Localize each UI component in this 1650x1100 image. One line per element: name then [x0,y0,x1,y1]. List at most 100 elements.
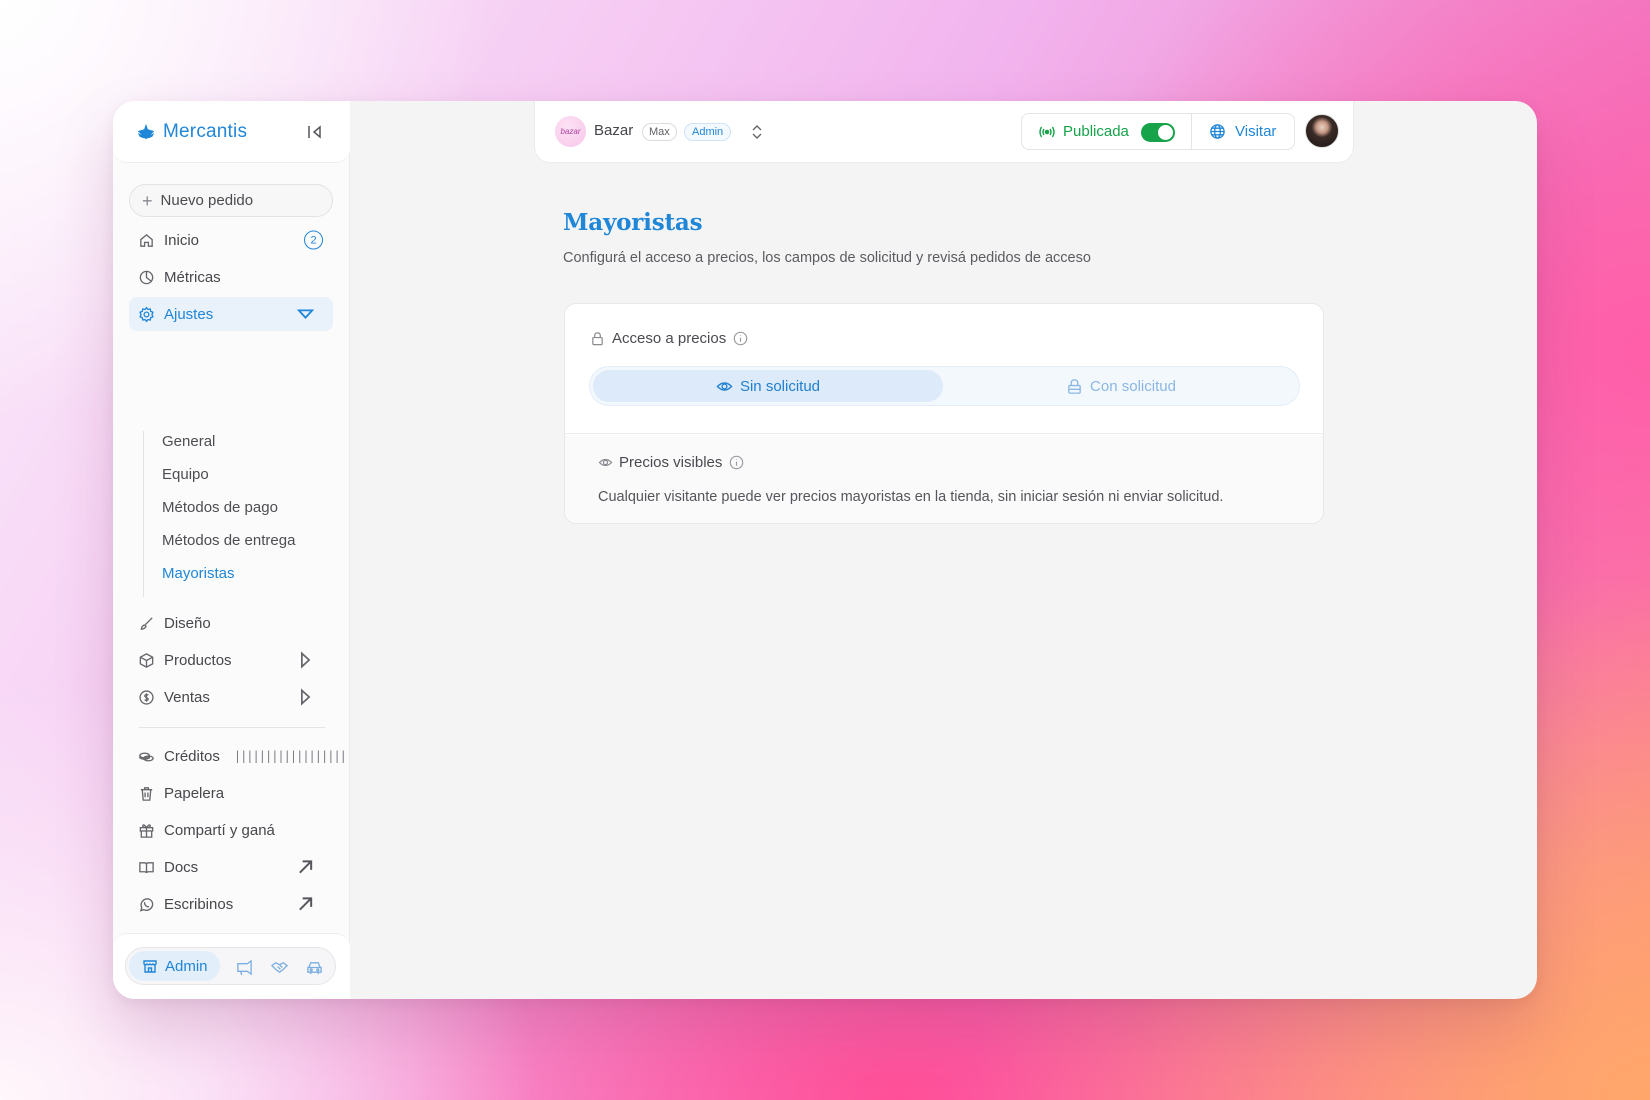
page-subtitle: Configurá el acceso a precios, los campo… [563,250,1091,266]
visibility-section: Precios visibles Cualquier visitante pue… [565,435,1323,523]
sidebar-item-label: Diseño [164,614,211,632]
publish-toggle-area[interactable]: Publicada [1022,114,1192,149]
handshake-icon[interactable] [271,959,288,976]
chevron-down-icon [297,309,314,319]
chevron-right-icon [301,651,311,669]
pie-chart-icon [139,270,154,284]
book-icon [139,861,154,873]
mode-switcher: Admin [125,947,336,985]
publish-group: Publicada Visitar [1021,113,1295,150]
external-link-icon [299,897,313,911]
role-badge: Admin [684,123,732,141]
visibility-description: Cualquier visitante puede ver precios ma… [598,489,1224,505]
visibility-label: Precios visibles [619,454,723,471]
user-avatar[interactable] [1305,114,1339,148]
collapse-sidebar-icon[interactable] [306,123,324,141]
visit-label: Visitar [1235,123,1277,140]
publish-label: Publicada [1063,123,1129,140]
access-label-row: Acceso a precios [590,330,755,347]
plus-icon: + [142,190,153,211]
brand-logo-icon [137,123,155,139]
brush-icon [140,616,153,630]
sidebar-item-papelera[interactable]: Papelera [129,776,333,810]
store-name[interactable]: Bazar [594,122,633,139]
publish-toggle[interactable] [1141,123,1175,142]
settings-subnav: General Equipo Métodos de pago Métodos d… [143,431,333,597]
sidebar-item-comparti[interactable]: Compartí y ganá [129,813,333,847]
visibility-label-row: Precios visibles [598,454,750,471]
gear-icon [139,306,154,322]
notification-badge: 2 [304,230,323,250]
sidebar-item-label: Créditos [164,747,220,765]
sidebar-item-label: Métricas [164,268,221,286]
sidebar-item-label: Inicio [164,231,200,249]
sidebar-item-label: Compartí y ganá [164,821,275,839]
toggle-knob [1158,125,1173,140]
credits-meter: |||||||||||||||||| [233,749,347,763]
app-window: Mercantis + Nuevo pedido Inicio 2 Métric… [113,101,1537,999]
sidebar-item-label: Ventas [164,688,210,706]
sidebar-item-inicio[interactable]: Inicio 2 [129,223,333,257]
sidebar-item-ventas[interactable]: Ventas [129,680,333,714]
whatsapp-icon [139,897,154,912]
visit-button[interactable]: Visitar [1192,114,1294,149]
store-icon [143,960,157,973]
option-sin-solicitud[interactable]: Sin solicitud [593,370,943,402]
sidebar-item-productos[interactable]: Productos [129,643,333,677]
subnav-item-mayoristas[interactable]: Mayoristas [162,563,235,585]
option-label: Con solicitud [1090,377,1176,395]
chevron-updown-icon[interactable] [750,123,764,141]
sidebar-item-label: Docs [164,858,199,876]
sidebar-item-label: Productos [164,651,232,669]
subnav-item-general[interactable]: General [162,431,215,453]
eye-icon [716,381,733,391]
eye-icon [598,458,613,467]
globe-icon [1210,124,1225,139]
megaphone-icon[interactable] [236,959,253,976]
sidebar-item-label: Escribinos [164,895,234,913]
lock-icon [592,332,603,346]
subnav-item-equipo[interactable]: Equipo [162,464,209,486]
sidebar-item-docs[interactable]: Docs [129,850,333,884]
sidebar-item-creditos[interactable]: Créditos |||||||||||||||||| [129,739,347,773]
sidebar-item-metricas[interactable]: Métricas [129,260,333,294]
page-title: Mayoristas [563,209,703,236]
box-icon [139,652,154,668]
access-section: Acceso a precios Sin solicitud Con solic… [565,304,1323,434]
info-icon[interactable] [729,455,744,470]
trash-icon [140,786,153,801]
access-label: Acceso a precios [612,330,727,347]
sidebar-item-ajustes[interactable]: Ajustes [129,297,333,331]
option-label: Sin solicitud [739,377,821,395]
mode-bar: Admin [113,933,350,999]
top-bar: bazar Bazar Max Admin Publicada Visitar [534,101,1354,163]
subnav-item-metodos-entrega[interactable]: Métodos de entrega [162,530,295,552]
brand-name: Mercantis [163,120,248,142]
sidebar-item-label: Papelera [164,784,225,802]
sidebar-item-label: Ajustes [164,305,214,323]
gift-icon [139,823,154,838]
access-mode-segmented: Sin solicitud Con solicitud [589,366,1300,406]
price-access-card: Acceso a precios Sin solicitud Con solic… [564,303,1324,524]
info-icon[interactable] [733,331,748,346]
chevron-right-icon [301,688,311,706]
option-con-solicitud[interactable]: Con solicitud [946,370,1296,402]
coins-icon [139,752,154,761]
mode-admin-button[interactable]: Admin [129,951,220,981]
sidebar-item-escribinos[interactable]: Escribinos [129,887,333,921]
plan-badge: Max [642,123,677,141]
subnav-item-metodos-pago[interactable]: Métodos de pago [162,497,278,519]
sidebar-item-diseno[interactable]: Diseño [129,606,333,640]
lock-icon [1068,378,1081,394]
external-link-icon [299,860,313,874]
mode-admin-label: Admin [165,957,208,975]
home-icon [140,233,153,247]
sidebar-divider [139,727,325,728]
new-order-button[interactable]: + Nuevo pedido [129,184,333,217]
broadcast-icon [1039,126,1055,137]
sidebar: Mercantis + Nuevo pedido Inicio 2 Métric… [113,101,350,999]
store-logo: bazar [555,116,586,147]
new-order-label: Nuevo pedido [160,192,254,209]
car-icon[interactable] [306,959,323,976]
brand-header: Mercantis [113,101,350,163]
